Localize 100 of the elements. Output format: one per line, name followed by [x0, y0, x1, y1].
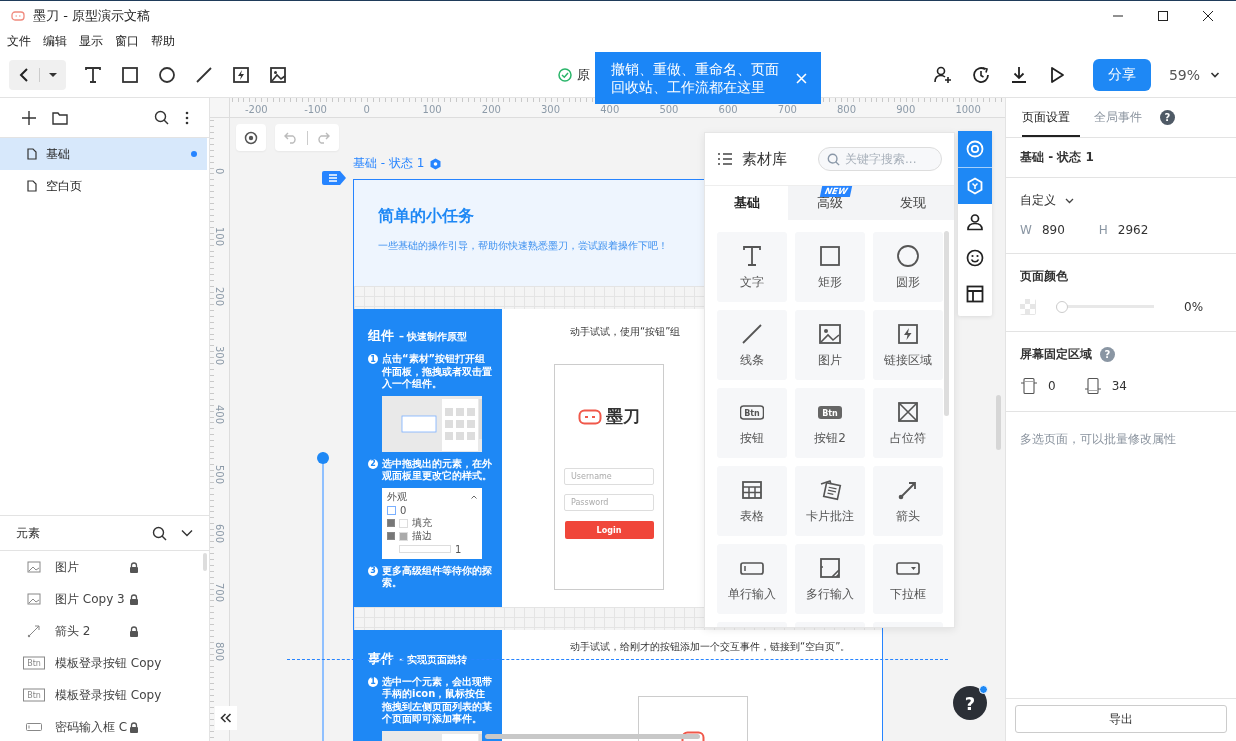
ruler-label: 200 [481, 104, 501, 116]
step-text: 选中一个元素，会出现带手柄的icon，鼠标按住拖拽到左侧页面列表的某个页面即可添加事件。 [382, 675, 493, 726]
step-text: 更多高级组件等待你的探索。 [382, 564, 493, 590]
new-badge: NEW [819, 186, 853, 197]
fill-label: 填充 [412, 516, 432, 530]
ruler-label: 100 [422, 104, 442, 116]
ruler-label: 800 [837, 104, 857, 116]
share-button[interactable]: 分享 [1092, 58, 1151, 91]
ruler-label: 600 [718, 104, 738, 116]
library-tab[interactable]: 发现 [871, 186, 954, 220]
library-item[interactable]: 箭头 [873, 466, 943, 536]
save-status: 原 [577, 65, 590, 84]
step-text: 点击“素材”按钮打开组件面板，拖拽或者双击置入一个组件。 [382, 353, 493, 391]
height-label: H [1098, 223, 1108, 237]
height-value[interactable]: 2962 [1117, 223, 1149, 237]
guide-subheading: – 快速制作原型 [399, 330, 468, 344]
menu-item[interactable]: 显示 [79, 32, 103, 50]
layer-item[interactable]: 箭头 2 [0, 615, 209, 647]
page-item[interactable]: 基础 [0, 138, 207, 170]
stroke-label: 描边 [412, 529, 432, 543]
artboard-label: 基础 - 状态 1 [353, 155, 425, 172]
panel-tab[interactable]: 页面设置 [1022, 98, 1080, 137]
ruler-label: 300 [213, 345, 225, 365]
library-item[interactable]: 卡片批注 [795, 466, 865, 536]
ruler-label: 600 [213, 523, 225, 543]
button-outline-icon: Btn [23, 656, 45, 670]
help-button[interactable]: ? [953, 686, 987, 720]
export-button[interactable]: 导出 [1015, 705, 1227, 733]
logo-text: 墨刀 [606, 405, 640, 428]
fixed-bottom-value[interactable]: 34 [1111, 379, 1127, 393]
step-number: 1 [368, 354, 378, 364]
ruler-label: 300 [541, 104, 561, 116]
artboard-subtitle: 一些基础的操作引导，帮助你快速熟悉墨刀，尝试跟着操作下吧！ [378, 239, 669, 253]
section-title: 页面颜色 [1020, 268, 1069, 285]
menu-item[interactable]: 编辑 [43, 32, 67, 50]
login-button[interactable]: Login [564, 521, 654, 539]
ruler-label: 100 [213, 227, 225, 247]
ruler-label: 800 [213, 642, 225, 662]
ruler-label: 900 [896, 104, 916, 116]
step-number: 3 [368, 565, 378, 576]
section-title: 元素 [16, 524, 40, 542]
hint-text: 动手试试，使用“按钮”组 [570, 325, 681, 339]
library-item[interactable]: 文字 [717, 232, 787, 302]
library-item[interactable]: 图片 [795, 310, 865, 380]
ruler-label: -100 [304, 104, 327, 116]
ruler-label: -200 [245, 104, 268, 116]
step-number: 2 [368, 458, 378, 469]
ruler-label: 700 [213, 583, 225, 603]
artboard-title: 简单的小任务 [378, 206, 475, 227]
menu-item[interactable]: 窗口 [115, 32, 139, 50]
library-item[interactable]: 单行输入 [717, 544, 787, 614]
fixed-top-value[interactable]: 0 [1048, 379, 1056, 393]
size-preset-dropdown[interactable]: 自定义 [1020, 192, 1074, 209]
hint-text: 多选页面，可以批量修改属性 [1019, 431, 1177, 448]
button-outline-icon: Btn [23, 688, 45, 702]
layer-item[interactable]: Btn 模板登录按钮 Copy [0, 679, 209, 711]
zoom-dropdown[interactable]: 59% [1168, 66, 1220, 83]
library-item[interactable]: 链接区域 [873, 310, 943, 380]
ruler-label: 0 [363, 104, 370, 116]
guide-heading: 组件 [368, 327, 394, 345]
library-item[interactable]: 多行输入 [795, 544, 865, 614]
library-tab[interactable]: 基础 [705, 186, 788, 220]
ruler-label: 0 [213, 168, 225, 175]
layer-item[interactable]: 图片 [0, 551, 209, 583]
library-item[interactable]: 矩形 [795, 232, 865, 302]
ruler-label: 700 [777, 104, 797, 116]
state-name: 基础 - 状态 1 [1020, 149, 1094, 166]
menu-item[interactable]: 文件 [7, 32, 31, 50]
library-item[interactable]: Btn 按钮2 [795, 388, 865, 458]
search-field[interactable]: 关键字搜索... [818, 147, 942, 171]
page-item[interactable]: 空白页 [0, 170, 207, 202]
ruler-label: 400 [600, 104, 620, 116]
radius-value: 0 [400, 504, 407, 516]
tooltip-text: 撤销、重做、重命名、页面回收站、工作流都在这里 [611, 60, 780, 96]
panel-title: 外观 [387, 490, 407, 504]
layer-item[interactable]: Btn 模板登录按钮 Copy [0, 647, 209, 679]
width-label: W [1020, 223, 1032, 237]
library-item[interactable]: 表格 [717, 466, 787, 536]
ruler-label: 1000 [955, 104, 981, 116]
opacity-value: 0% [1184, 300, 1204, 314]
layer-item[interactable]: 密码输入框 C [0, 711, 209, 741]
library-tab[interactable]: 高级 NEW [788, 186, 871, 220]
help-icon[interactable]: ? [1160, 110, 1175, 125]
step-number: 1 [368, 676, 378, 687]
menu-item[interactable]: 帮助 [151, 32, 175, 50]
section-title: 屏幕固定区域 [1020, 346, 1092, 363]
stroke-width-value: 1 [455, 543, 462, 555]
ruler-label: 500 [213, 464, 225, 484]
layer-item[interactable]: 图片 Copy 3 [0, 583, 209, 615]
library-item[interactable]: 占位符 [873, 388, 943, 458]
library-item[interactable]: 线条 [717, 310, 787, 380]
library-item[interactable]: Btn 按钮 [717, 388, 787, 458]
ruler-label: 500 [659, 104, 679, 116]
panel-title: 素材库 [742, 149, 787, 169]
ruler-label: 200 [213, 286, 225, 306]
hint-text: 动手试试，给刚才的按钮添加一个交互事件，链接到“空白页”。 [570, 639, 851, 654]
window-title: 墨刀 - 原型演示文稿 [33, 6, 150, 25]
library-item[interactable]: 下拉框 [873, 544, 943, 614]
width-value[interactable]: 890 [1041, 223, 1065, 237]
library-item[interactable]: 圆形 [873, 232, 943, 302]
